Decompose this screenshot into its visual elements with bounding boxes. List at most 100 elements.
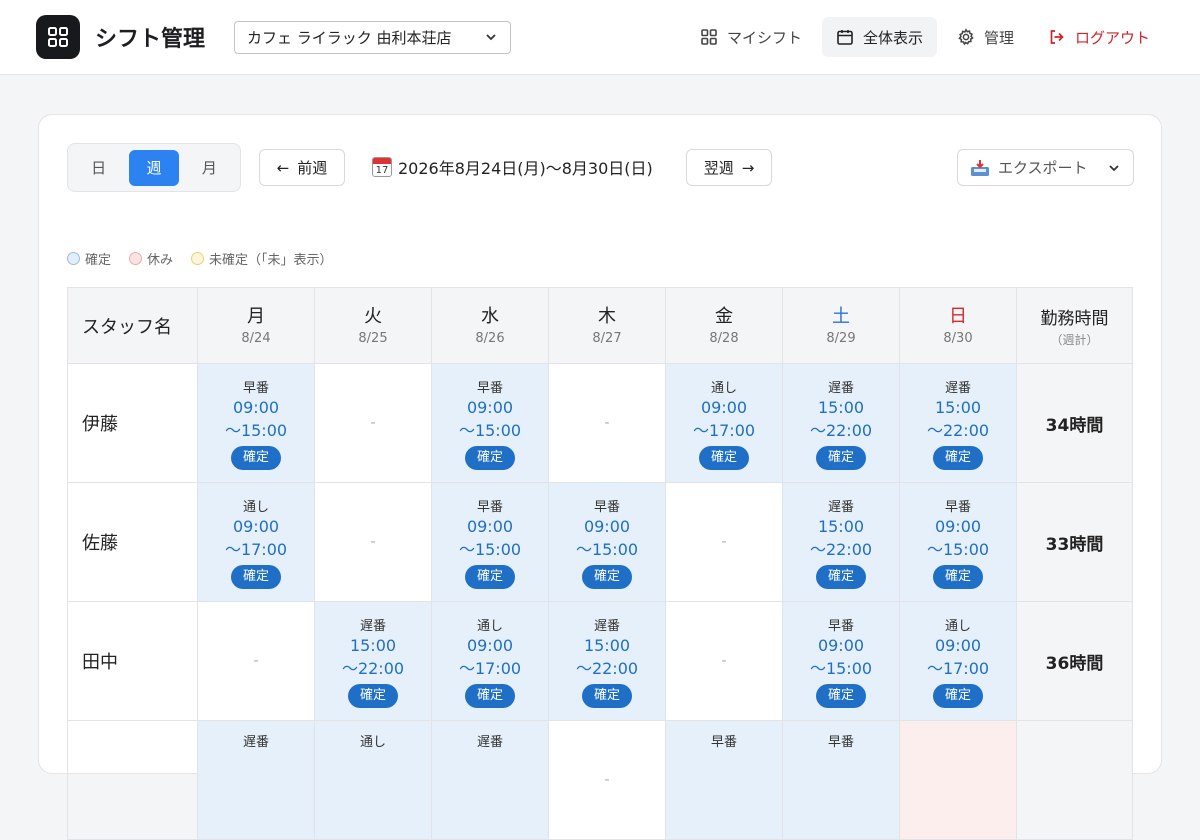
shift-cell[interactable]: 早番 09:00 〜15:00 確定 (899, 482, 1017, 602)
table-body: 伊藤 早番 09:00 〜15:00 確定 - 早番 09:00 〜15:00 確定 - 通し 09:0… (67, 363, 1133, 840)
shift-type: 遅番 (827, 380, 854, 396)
shift-cell[interactable]: 遅番 15:00 〜22:00 確定 (782, 482, 900, 602)
arrow-right-icon: → (741, 158, 755, 177)
shift-type: 早番 (242, 380, 269, 396)
empty-shift-cell[interactable]: - (197, 601, 315, 721)
legend-off: 休み (129, 249, 173, 268)
legend-off-label: 休み (147, 253, 174, 268)
chevron-down-icon (486, 34, 496, 41)
status-badge: 確定 (699, 445, 749, 470)
shift-cell[interactable]: 通し (314, 720, 432, 840)
shift-cell[interactable]: 遅番 15:00 〜22:00 確定 (548, 601, 666, 721)
view-week-button[interactable]: 週 (129, 149, 179, 186)
off-shift-cell[interactable] (899, 720, 1017, 840)
store-select-value: カフェ ライラック 由利本荘店 (247, 28, 452, 47)
shift-cell[interactable]: 早番 (782, 720, 900, 840)
logout-button[interactable]: ログアウト (1034, 17, 1164, 57)
legend-confirmed-swatch (67, 252, 80, 265)
day-date: 8/26 (475, 330, 505, 346)
shift-type: 遅番 (593, 618, 620, 634)
status-badge: 確定 (933, 564, 983, 589)
legend-tentative-swatch (191, 252, 205, 265)
shift-cell[interactable]: 早番 09:00 〜15:00 確定 (431, 482, 549, 602)
legend: 確定 休み 未確定（「未」表示） (67, 249, 333, 268)
shift-cell[interactable]: 通し 09:00 〜17:00 確定 (899, 601, 1017, 721)
shift-cell[interactable]: 早番 09:00 〜15:00 確定 (782, 601, 900, 721)
shift-type: 早番 (476, 499, 503, 515)
shift-end: 〜17:00 (692, 420, 756, 440)
empty-shift-cell[interactable]: - (665, 601, 783, 721)
shift-start: 09:00 (466, 516, 514, 536)
shift-cell[interactable]: 早番 09:00 〜15:00 確定 (197, 363, 315, 483)
empty-shift-cell[interactable]: - (314, 363, 432, 483)
nav-admin[interactable]: 管理 (943, 17, 1028, 57)
legend-tentative-label: 未確定（「未」表示） (209, 253, 333, 268)
prev-week-button[interactable]: ← 前週 (259, 149, 345, 186)
shift-type: 早番 (593, 499, 620, 515)
shift-type: 早番 (944, 499, 971, 515)
shift-type: 早番 (827, 618, 854, 634)
logout-icon (1050, 30, 1064, 44)
empty-shift-cell[interactable]: - (314, 482, 432, 602)
shift-start: 09:00 (934, 516, 982, 536)
export-button[interactable]: エクスポート (957, 149, 1134, 186)
table-header-row: スタッフ名 月 8/24 火 8/25 水 8/26 木 8/27 金 8/28 土 8/29 日 8/3… (67, 287, 1133, 364)
logout-label: ログアウト (1074, 28, 1150, 47)
weekly-hours-total: 36時間 (1016, 601, 1133, 721)
day-date: 8/24 (241, 330, 271, 346)
shift-cell[interactable]: 遅番 15:00 〜22:00 確定 (314, 601, 432, 721)
inbox-tray-icon (971, 159, 989, 176)
calendar-icon (837, 30, 853, 45)
status-badge: 確定 (465, 683, 515, 708)
legend-confirmed: 確定 (67, 249, 111, 268)
day-header: 月 8/24 (197, 287, 315, 364)
nav-my-shift[interactable]: マイシフト (686, 17, 816, 57)
staff-column-header: スタッフ名 (67, 287, 198, 364)
shift-cell[interactable]: 遅番 15:00 〜22:00 確定 (782, 363, 900, 483)
shift-type: 早番 (476, 380, 503, 396)
shift-cell[interactable]: 通し 09:00 〜17:00 確定 (197, 482, 315, 602)
staff-name: 田中 (67, 601, 198, 721)
shift-cell[interactable]: 通し 09:00 〜17:00 確定 (665, 363, 783, 483)
next-week-button[interactable]: 翌週 → (686, 149, 772, 186)
date-range-text: 2026年8月24日(月)〜8月30日(日) (398, 159, 653, 178)
weekly-hours-total (1016, 720, 1133, 840)
table-row: 伊藤 早番 09:00 〜15:00 確定 - 早番 09:00 〜15:00 確定 - 通し 09:0… (67, 363, 1133, 483)
shift-type: 通し (944, 618, 971, 634)
day-date: 8/30 (943, 330, 973, 346)
empty-shift-cell[interactable]: - (548, 363, 666, 483)
shift-cell[interactable]: 早番 (665, 720, 783, 840)
view-month-button[interactable]: 月 (185, 150, 234, 186)
nav-my-shift-label: マイシフト (726, 28, 802, 47)
next-week-label: 翌週 (703, 159, 734, 177)
day-header: 土 8/29 (782, 287, 900, 364)
shift-type: 遅番 (476, 735, 503, 750)
nav-overview-label: 全体表示 (862, 28, 923, 47)
shift-start: 09:00 (583, 516, 631, 536)
store-select[interactable]: カフェ ライラック 由利本荘店 (234, 20, 512, 54)
empty-shift-cell[interactable]: - (665, 482, 783, 602)
chevron-down-icon (1109, 164, 1119, 171)
hours-column-header: 勤務時間 （週計） (1016, 287, 1133, 364)
shift-cell[interactable]: 早番 09:00 〜15:00 確定 (548, 482, 666, 602)
shift-cell[interactable]: 遅番 (431, 720, 549, 840)
shift-cell[interactable]: 遅番 15:00 〜22:00 確定 (899, 363, 1017, 483)
shift-type: 早番 (710, 735, 737, 750)
shift-start: 09:00 (232, 516, 280, 536)
shift-start: 09:00 (232, 397, 280, 417)
shift-cell[interactable]: 通し 09:00 〜17:00 確定 (431, 601, 549, 721)
shift-cell[interactable]: 早番 09:00 〜15:00 確定 (431, 363, 549, 483)
view-day-button[interactable]: 日 (74, 150, 123, 186)
staff-name: 佐藤 (67, 482, 198, 602)
shift-cell[interactable]: 遅番 (197, 720, 315, 840)
table-row: 遅番 通し 遅番 - 早番 早番 (67, 720, 1133, 840)
shift-type: 早番 (827, 735, 854, 750)
shift-type: 遅番 (827, 499, 854, 515)
empty-shift-cell[interactable]: - (548, 720, 666, 840)
shift-table: スタッフ名 月 8/24 火 8/25 水 8/26 木 8/27 金 8/28 土 8/29 日 8/3… (67, 287, 1133, 840)
shift-start: 15:00 (583, 635, 631, 655)
grid-icon (701, 29, 717, 45)
status-badge: 確定 (933, 683, 983, 708)
shift-end: 〜15:00 (926, 539, 990, 559)
nav-overview[interactable]: 全体表示 (821, 17, 937, 57)
